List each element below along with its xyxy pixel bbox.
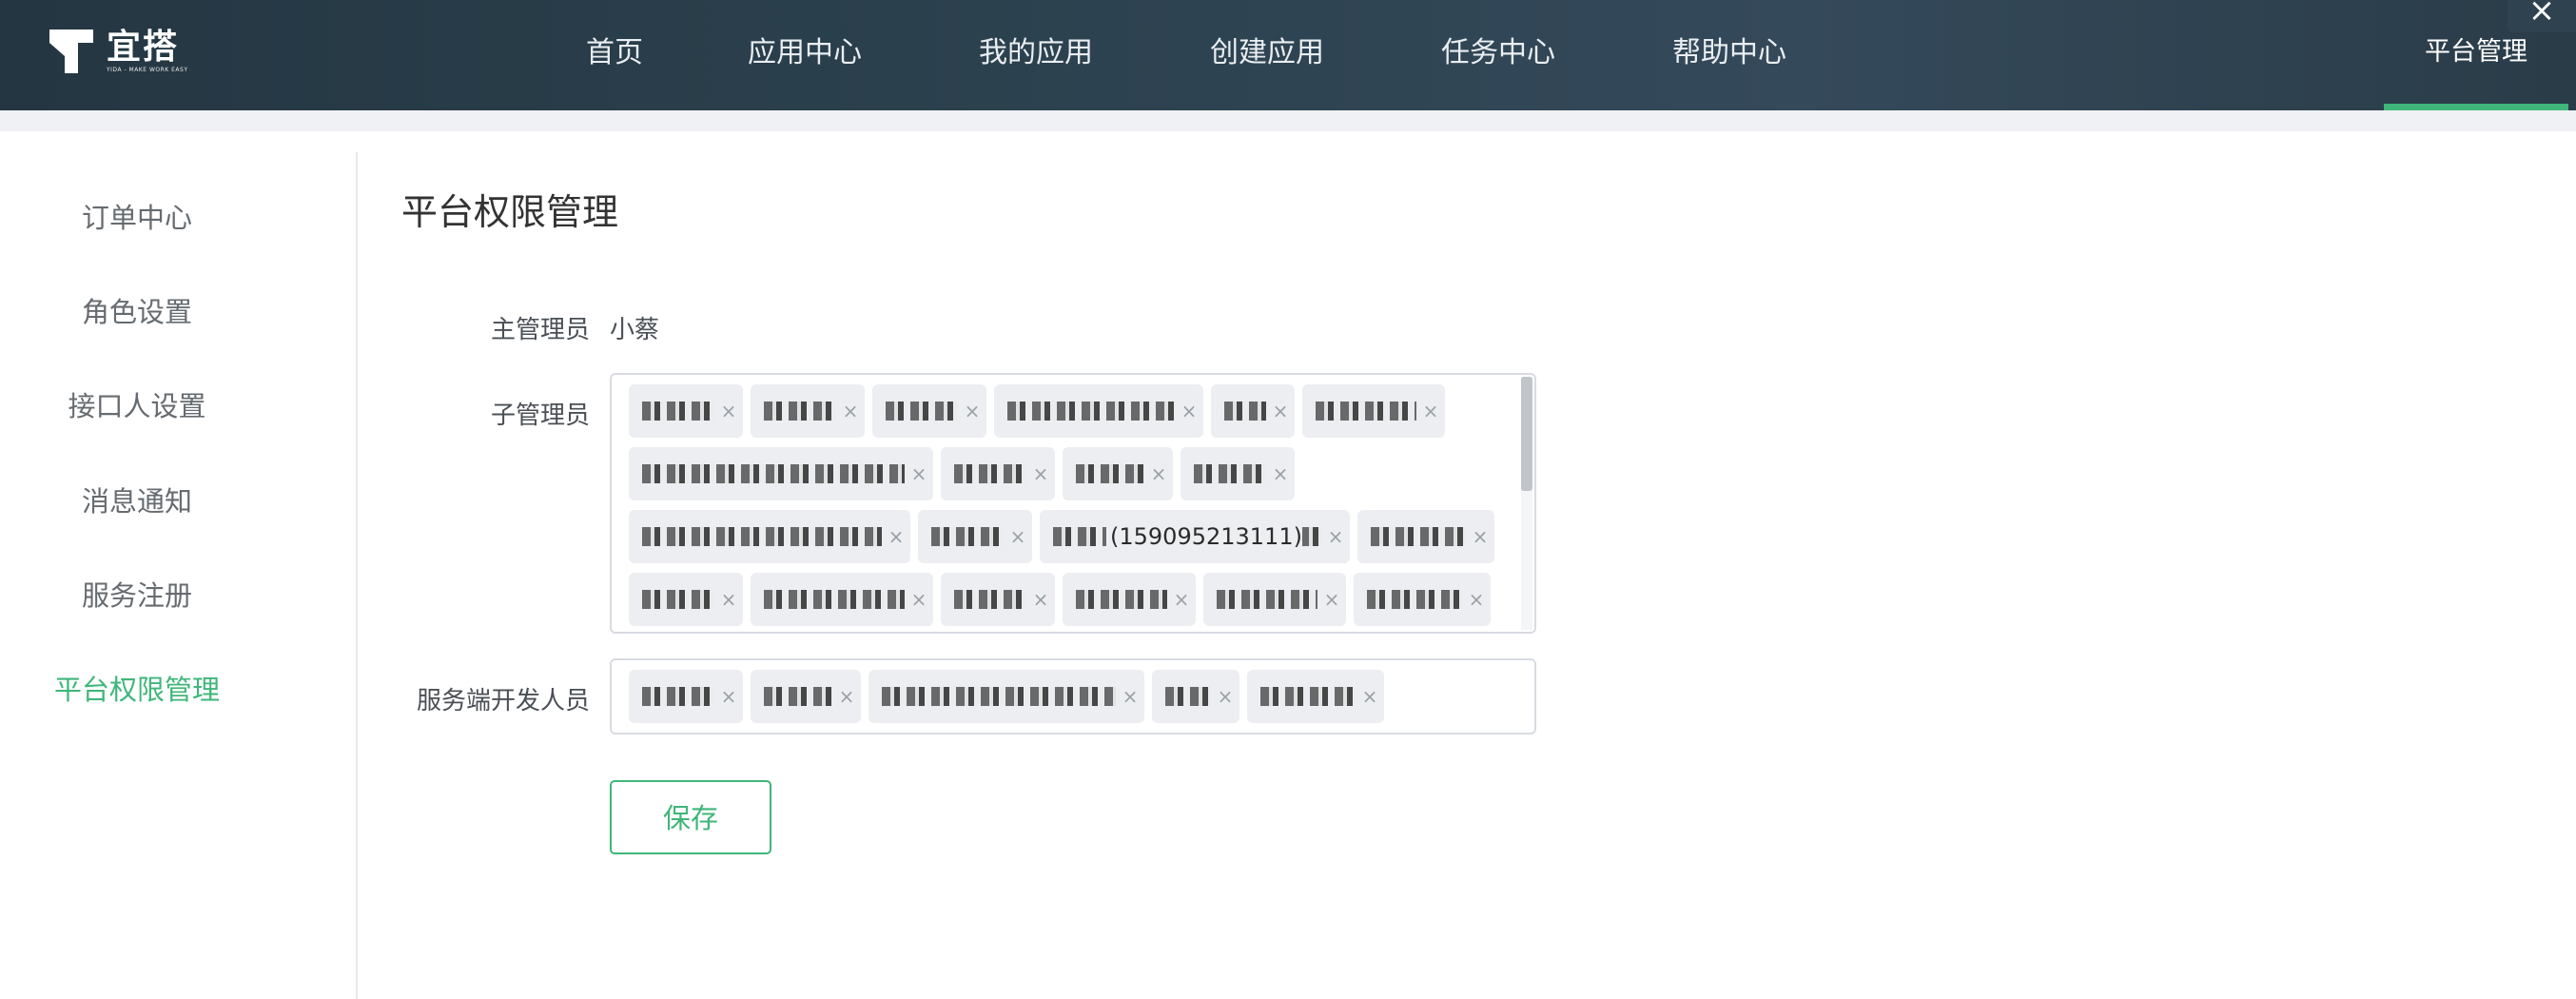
tag-remove-icon[interactable]: × bbox=[1462, 573, 1491, 626]
user-tag: ·× bbox=[868, 670, 1144, 723]
nav-item-create-app[interactable]: 创建应用 bbox=[1153, 0, 1381, 110]
user-tag: ·× bbox=[1357, 510, 1494, 563]
header-divider-band bbox=[0, 110, 2576, 131]
brand-logo[interactable]: 宜搭 YIDA - MAKE WORK EASY bbox=[49, 27, 187, 76]
tag-remove-icon[interactable]: × bbox=[1321, 510, 1350, 563]
tag-list-scrollbar[interactable] bbox=[1521, 377, 1532, 491]
tag-remove-icon[interactable]: × bbox=[714, 670, 743, 723]
nav-item-help-center[interactable]: 帮助中心 bbox=[1615, 0, 1844, 110]
tag-remove-icon[interactable]: × bbox=[1416, 384, 1445, 438]
nav-item-app-center[interactable]: 应用中心 bbox=[691, 0, 919, 110]
user-tag: ·× bbox=[918, 510, 1032, 563]
yida-logo-icon bbox=[49, 29, 93, 73]
user-tag: ·× bbox=[629, 447, 933, 500]
user-tag: ·× bbox=[1152, 670, 1239, 723]
sidebar-item-order-center[interactable]: 订单中心 bbox=[0, 196, 274, 236]
user-tag: ·× bbox=[1203, 573, 1346, 626]
nav-item-platform-admin-label: 平台管理 bbox=[2425, 37, 2527, 67]
user-tag: ·× bbox=[872, 384, 986, 438]
top-navigation-bar: 宜搭 YIDA - MAKE WORK EASY 首页 应用中心 我的应用 创建… bbox=[0, 0, 2576, 110]
nav-item-task-center[interactable]: 任务中心 bbox=[1381, 0, 1615, 110]
sidebar-item-service-registration[interactable]: 服务注册 bbox=[0, 574, 274, 614]
tag-remove-icon[interactable]: × bbox=[905, 447, 933, 500]
user-tag: ·× bbox=[1247, 670, 1384, 723]
owner-value: 小蔡 bbox=[610, 316, 660, 344]
nav-item-home[interactable]: 首页 bbox=[538, 0, 691, 110]
user-tag: ·× bbox=[751, 384, 865, 438]
user-tag: ·× bbox=[994, 384, 1203, 438]
logo-name: 宜搭 bbox=[107, 28, 180, 67]
page-title: 平台权限管理 bbox=[401, 191, 619, 233]
user-tag: ·× bbox=[629, 384, 743, 438]
tag-remove-icon[interactable]: × bbox=[882, 510, 910, 563]
tag-remove-icon[interactable]: × bbox=[832, 670, 861, 723]
close-icon[interactable]: × bbox=[2508, 0, 2576, 32]
user-tag: ·× bbox=[1211, 384, 1295, 438]
server-devs-label: 服务端开发人员 bbox=[416, 687, 590, 715]
user-tag: ·× bbox=[629, 670, 743, 723]
save-button[interactable]: 保存 bbox=[610, 780, 771, 854]
server-devs-tag-input[interactable]: ·× ·× ·× ·× ·× bbox=[610, 658, 1536, 735]
sidebar: 订单中心 角色设置 接口人设置 消息通知 服务注册 平台权限管理 bbox=[0, 152, 358, 999]
tag-visible-fragment: (159095213111) bbox=[1106, 523, 1302, 550]
user-tag: ·× bbox=[1354, 573, 1491, 626]
tag-remove-icon[interactable]: × bbox=[1004, 510, 1032, 563]
user-tag: ·× bbox=[1302, 384, 1445, 438]
user-tag: ·× bbox=[1181, 447, 1295, 500]
user-tag: ·× bbox=[1063, 447, 1173, 500]
sub-admins-label: 子管理员 bbox=[490, 402, 590, 430]
tag-remove-icon[interactable]: × bbox=[1026, 447, 1055, 500]
tag-remove-icon[interactable]: × bbox=[1317, 573, 1346, 626]
tag-remove-icon[interactable]: × bbox=[1466, 510, 1494, 563]
sidebar-item-notifications[interactable]: 消息通知 bbox=[0, 480, 274, 519]
tag-remove-icon[interactable]: × bbox=[1211, 670, 1239, 723]
tag-remove-icon[interactable]: × bbox=[1266, 384, 1295, 438]
user-tag: ·× bbox=[1063, 573, 1196, 626]
active-tab-indicator bbox=[2384, 104, 2568, 110]
tag-remove-icon[interactable]: × bbox=[1144, 447, 1173, 500]
tag-remove-icon[interactable]: × bbox=[1167, 573, 1196, 626]
user-tag: ·× bbox=[941, 573, 1055, 626]
user-tag: ·× bbox=[751, 573, 933, 626]
tag-remove-icon[interactable]: × bbox=[1356, 670, 1384, 723]
user-tag: ·× bbox=[629, 510, 910, 563]
tag-remove-icon[interactable]: × bbox=[1266, 447, 1295, 500]
user-tag: ·× bbox=[941, 447, 1055, 500]
tag-remove-icon[interactable]: × bbox=[714, 384, 743, 438]
user-tag: ·× bbox=[751, 670, 861, 723]
tag-remove-icon[interactable]: × bbox=[836, 384, 865, 438]
tag-remove-icon[interactable]: × bbox=[958, 384, 986, 438]
sub-admins-tag-input[interactable]: ·× ·× ·× ·× ·× ·× ·× ·× ·× ·× ·× ·× ·× (… bbox=[610, 373, 1536, 634]
main-nav: 首页 应用中心 我的应用 创建应用 任务中心 帮助中心 bbox=[538, 0, 1844, 110]
logo-slogan: YIDA - MAKE WORK EASY bbox=[107, 67, 188, 73]
tag-remove-icon[interactable]: × bbox=[1026, 573, 1055, 626]
tag-remove-icon[interactable]: × bbox=[905, 573, 933, 626]
tag-remove-icon[interactable]: × bbox=[714, 573, 743, 626]
tag-remove-icon[interactable]: × bbox=[1175, 384, 1203, 438]
tag-remove-icon[interactable]: × bbox=[1116, 670, 1144, 723]
nav-item-my-apps[interactable]: 我的应用 bbox=[919, 0, 1153, 110]
user-tag: ·× bbox=[629, 573, 743, 626]
owner-label: 主管理员 bbox=[490, 316, 590, 344]
